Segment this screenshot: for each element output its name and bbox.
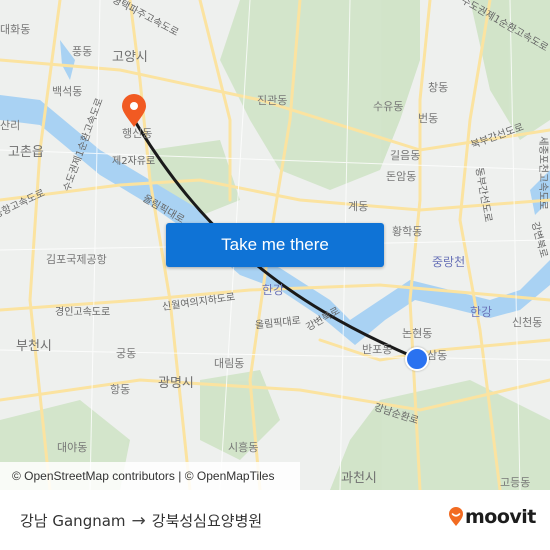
map-view[interactable]: 고양시 풍동 대화동 백석동 산리 고촌읍 행신동 제2자유로 진관동 수유동 …: [0, 0, 550, 490]
map-label-daeya: 대야동: [57, 441, 88, 454]
route-destination: 강북성심요양병원: [151, 512, 263, 530]
map-label-beon: 번동: [418, 112, 439, 125]
map-label-gyeongin-expressway: 경인고속도로: [55, 307, 111, 318]
map-label-jingwan: 진관동: [257, 94, 288, 107]
map-label-siheung: 시흥동: [228, 441, 259, 454]
moovit-wordmark: moovit: [465, 506, 536, 528]
route-summary: 강남 Gangnam → 강북성심요양병원: [20, 510, 262, 531]
map-attribution: © OpenStreetMap contributors | © OpenMap…: [0, 462, 300, 490]
map-label-jeyu: 제2자유로: [112, 156, 156, 167]
map-label-sincheon: 신천동: [512, 316, 543, 329]
map-label-chang: 창동: [428, 81, 449, 94]
map-label-haengsin: 행신동: [122, 127, 153, 140]
current-location-dot-icon[interactable]: [405, 347, 429, 371]
map-label-goyang: 고양시: [112, 50, 148, 65]
map-label-gimpo-airport: 김포국제공항: [46, 253, 107, 266]
map-label-hwanghak: 황학동: [392, 225, 423, 238]
map-label-gireum: 길음동: [390, 149, 421, 162]
map-label-gochon: 고촌읍: [8, 145, 44, 160]
map-label-sanri: 산리: [0, 119, 21, 132]
map-label-daerim: 대림동: [214, 357, 245, 370]
map-label-samdong: 삼동: [427, 349, 448, 362]
map-label-gung: 궁동: [116, 347, 137, 360]
map-label-gye: 계동: [348, 200, 369, 213]
map-label-hang: 항동: [110, 383, 131, 396]
route-origin: 강남 Gangnam: [20, 512, 126, 530]
arrow-right-icon: →: [131, 510, 146, 531]
moovit-pin-icon: [449, 507, 463, 526]
map-label-pungdong: 풍동: [72, 45, 93, 58]
map-label-gwangmyeong: 광명시: [158, 376, 194, 391]
map-label-gwacheon: 과천시: [341, 471, 377, 486]
take-me-there-button[interactable]: Take me there: [166, 223, 384, 267]
map-label-donam: 돈암동: [386, 170, 417, 183]
map-label-bucheon: 부천시: [16, 339, 52, 354]
map-label-godeung: 고등동: [500, 476, 531, 489]
map-label-hangang-east: 한강: [470, 305, 493, 319]
map-label-banpo: 반포동: [362, 343, 393, 356]
footer-bar: 강남 Gangnam → 강북성심요양병원 moovit: [0, 490, 550, 550]
map-label-baekseok: 백석동: [52, 85, 83, 98]
map-label-daehwa: 대화동: [0, 23, 31, 36]
destination-pin-icon[interactable]: [121, 94, 147, 128]
map-label-nonhyeon: 논현동: [402, 327, 433, 340]
moovit-logo[interactable]: moovit: [448, 506, 536, 528]
map-label-sejong-pocheon: 세종포천고속도로: [536, 136, 548, 210]
map-label-hangang-center: 한강: [262, 283, 285, 297]
map-label-suyu: 수유동: [373, 100, 404, 113]
map-label-jungnang: 중랑천: [432, 255, 466, 269]
